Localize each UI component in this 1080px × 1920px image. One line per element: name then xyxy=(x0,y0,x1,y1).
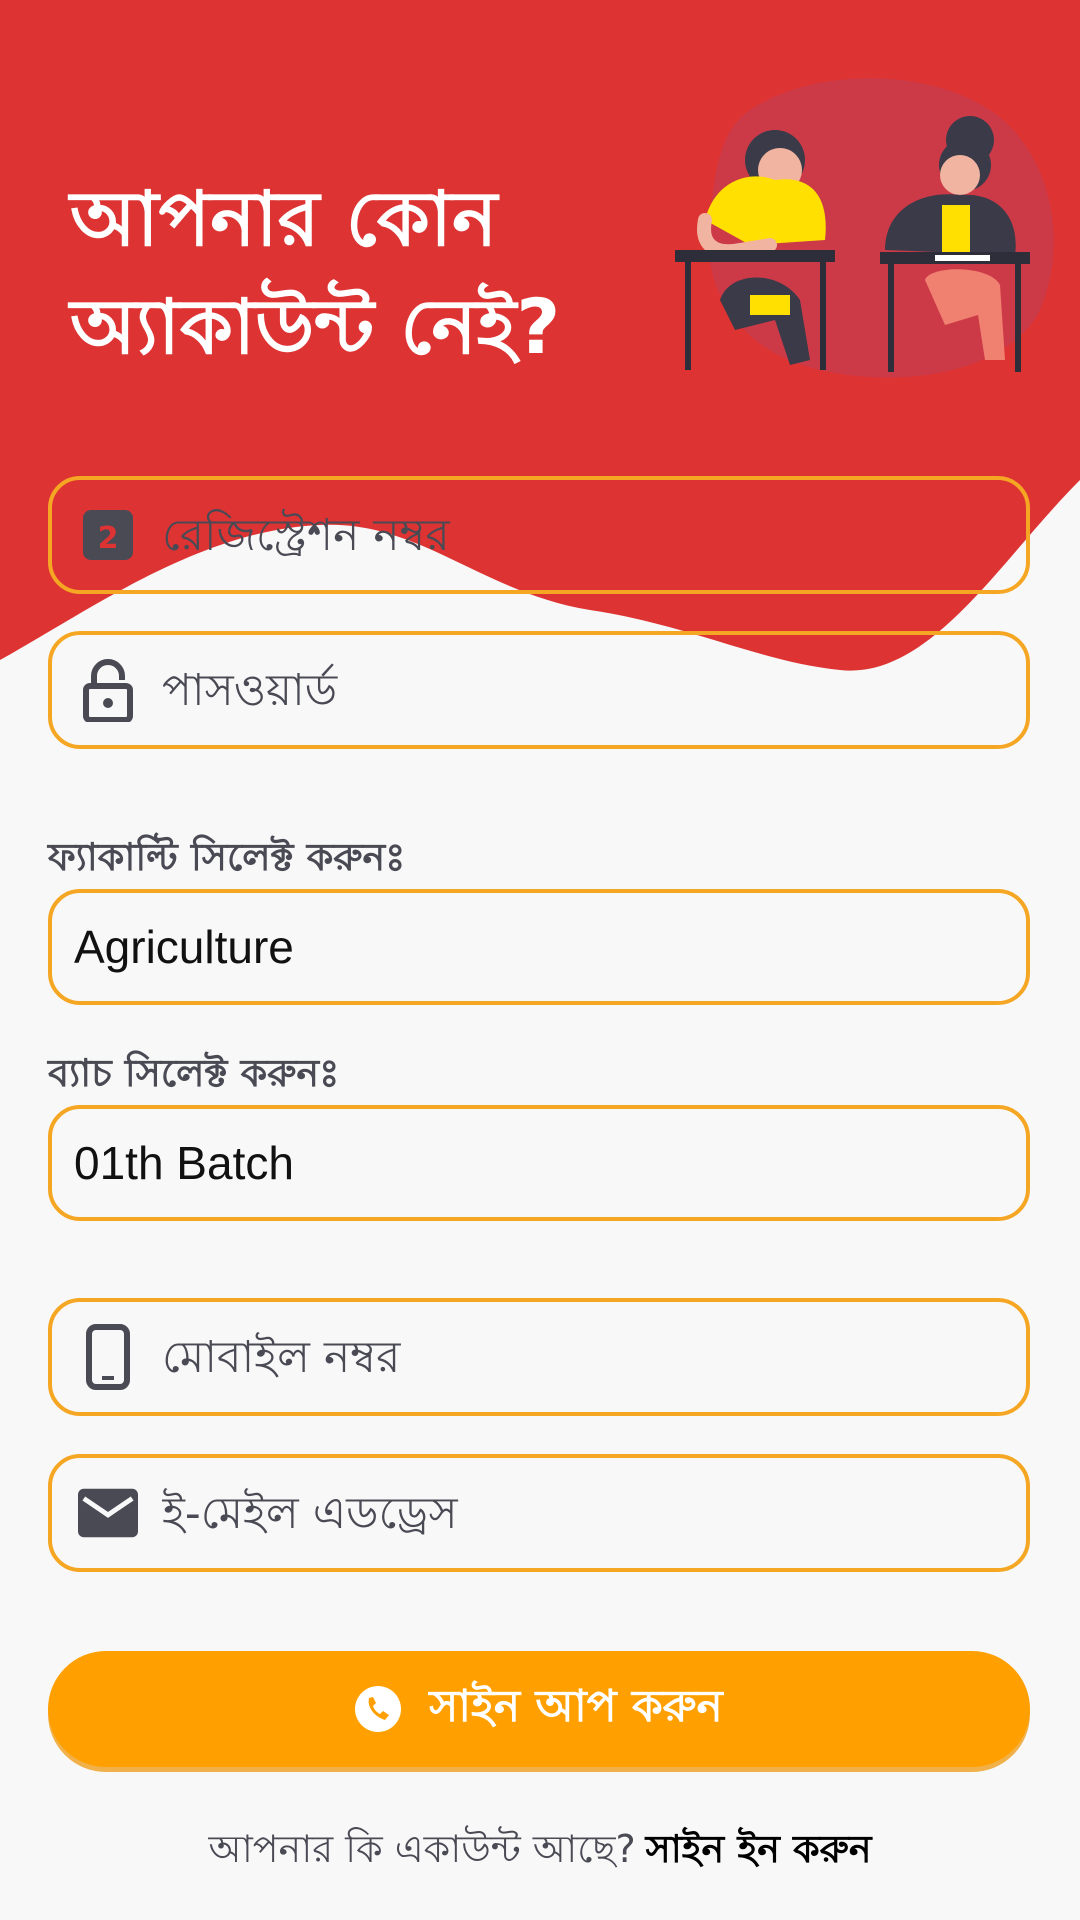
batch-select-label: ব্যাচ সিলেক্ট করুনঃ xyxy=(48,1051,340,1095)
batch-select[interactable]: 01th Batch xyxy=(48,1105,1030,1221)
sign-up-button[interactable]: সাইন আপ করুন xyxy=(48,1651,1030,1767)
page-title-line1: আপনার কোন xyxy=(70,174,498,263)
registration-number-field[interactable]: 2 xyxy=(48,476,1030,594)
faculty-selected-value: Agriculture xyxy=(74,921,294,973)
id-card-icon: 2 xyxy=(78,505,138,565)
students-writing-exam-illustration xyxy=(675,78,1054,378)
password-field[interactable] xyxy=(48,631,1030,749)
faculty-select[interactable]: Agriculture xyxy=(48,889,1030,1005)
mobile-phone-icon xyxy=(78,1324,138,1390)
page-title: আপনার কোন অ্যাকাউন্ট নেই? xyxy=(70,165,560,381)
phone-icon xyxy=(355,1686,402,1732)
password-input[interactable] xyxy=(160,634,1026,746)
svg-text:2: 2 xyxy=(98,521,119,556)
email-field[interactable] xyxy=(48,1454,1030,1572)
email-input[interactable] xyxy=(160,1457,1026,1569)
signin-prompt: আপনার কি একাউন্ট আছে? সাইন ইন করুন xyxy=(0,1820,1080,1884)
mobile-number-field[interactable] xyxy=(48,1298,1030,1416)
registration-number-input[interactable] xyxy=(160,479,1026,591)
mobile-number-input[interactable] xyxy=(160,1301,1026,1413)
signin-question: আপনার কি একাউন্ট আছে? xyxy=(208,1827,636,1871)
envelope-icon xyxy=(78,1483,138,1543)
batch-selected-value: 01th Batch xyxy=(74,1137,294,1189)
page-title-line2: অ্যাকাউন্ট নেই? xyxy=(70,282,561,371)
faculty-select-label: ফ্যাকাল্টি সিলেক্ট করুনঃ xyxy=(48,835,406,879)
sign-in-link[interactable]: সাইন ইন করুন xyxy=(646,1827,872,1871)
lock-icon xyxy=(78,659,138,722)
sign-up-button-label: সাইন আপ করুন xyxy=(429,1680,723,1732)
